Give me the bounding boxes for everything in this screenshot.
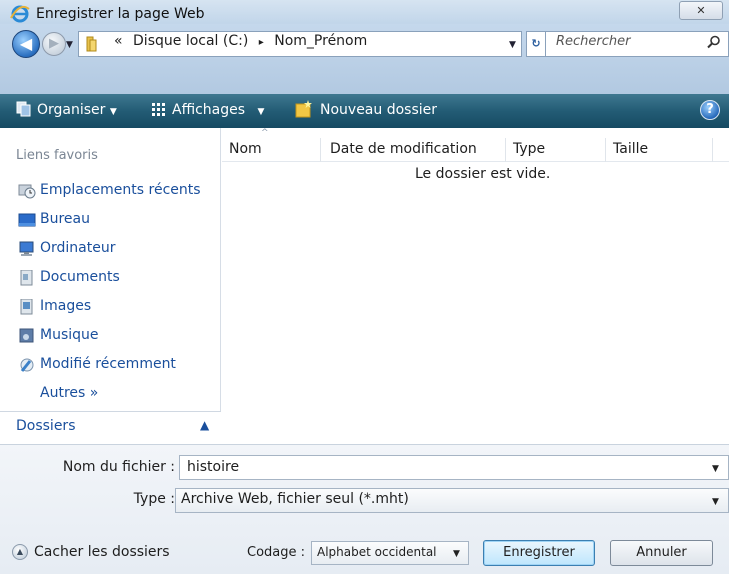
recent-places-icon xyxy=(18,183,36,199)
sidebar-item-label: Modifié récemment xyxy=(40,356,176,372)
help-icon[interactable]: ? xyxy=(700,100,720,120)
sidebar-item-desktop[interactable]: Bureau xyxy=(18,210,218,232)
filename-label: Nom du fichier : xyxy=(62,459,175,475)
search-icon[interactable] xyxy=(707,35,721,49)
back-button[interactable]: ◀ xyxy=(12,30,40,58)
sidebar-item-recently-changed[interactable]: Modifié récemment xyxy=(18,355,218,377)
filename-value[interactable]: histoire xyxy=(187,459,239,475)
hide-folders-button[interactable]: Cacher les dossiers xyxy=(34,544,170,560)
breadcrumb-item-folder[interactable]: Nom_Prénom xyxy=(274,33,367,49)
organize-icon xyxy=(15,99,33,117)
cancel-button[interactable]: Annuler xyxy=(610,540,713,566)
breadcrumb-item-drive[interactable]: Disque local (C:) xyxy=(133,33,248,49)
type-label: Type : xyxy=(133,491,175,507)
new-folder-button[interactable]: Nouveau dossier xyxy=(320,102,437,118)
column-divider[interactable] xyxy=(320,138,321,162)
chevron-down-icon[interactable]: ▼ xyxy=(712,497,719,507)
column-name[interactable]: Nom xyxy=(229,141,262,157)
column-size[interactable]: Taille xyxy=(613,141,648,157)
address-dropdown-icon[interactable]: ▼ xyxy=(509,40,516,50)
search-placeholder: Rechercher xyxy=(556,34,631,49)
sidebar-item-label: Ordinateur xyxy=(40,240,116,256)
column-divider[interactable] xyxy=(712,138,713,162)
breadcrumb: « Disque local (C:) ▸ Nom_Prénom xyxy=(114,33,367,49)
encoding-label: Codage : xyxy=(247,545,306,560)
sort-ascending-icon: ^ xyxy=(261,128,269,138)
forward-button[interactable]: ▶ xyxy=(42,32,66,56)
recently-changed-icon xyxy=(18,357,36,373)
empty-folder-message: Le dossier est vide. xyxy=(415,166,551,182)
sidebar-item-recent-places[interactable]: Emplacements récents xyxy=(18,181,218,203)
hide-folders-icon[interactable]: ▲ xyxy=(12,544,28,560)
sidebar-item-music[interactable]: Musique xyxy=(18,326,218,348)
documents-icon xyxy=(18,269,36,286)
sidebar-item-label: Autres » xyxy=(40,385,99,401)
sidebar-item-more[interactable]: Autres » xyxy=(18,384,218,406)
sidebar-item-pictures[interactable]: Images xyxy=(18,297,218,319)
folder-icon xyxy=(84,36,99,52)
window-title: Enregistrer la page Web xyxy=(36,6,205,22)
encoding-value[interactable]: Alphabet occidental xyxy=(317,545,437,559)
sidebar-item-label: Documents xyxy=(40,269,120,285)
history-dropdown-icon[interactable]: ▼ xyxy=(66,40,73,50)
file-type-value[interactable]: Archive Web, fichier seul (*.mht) xyxy=(181,491,409,507)
chevron-down-icon[interactable]: ▼ xyxy=(453,549,460,559)
views-button[interactable]: Affichages ▼ xyxy=(172,102,264,118)
pictures-icon xyxy=(18,298,36,315)
column-divider[interactable] xyxy=(605,138,606,162)
new-folder-icon xyxy=(294,99,314,119)
chevron-up-icon[interactable]: ▲ xyxy=(200,418,209,432)
sidebar-item-label: Emplacements récents xyxy=(40,182,201,198)
computer-icon xyxy=(18,241,36,257)
sidebar-item-documents[interactable]: Documents xyxy=(18,268,218,290)
breadcrumb-chevron[interactable]: « xyxy=(114,33,123,49)
column-type[interactable]: Type xyxy=(513,141,545,157)
column-divider[interactable] xyxy=(505,138,506,162)
folders-label[interactable]: Dossiers xyxy=(16,418,76,434)
refresh-button[interactable]: ↻ xyxy=(526,31,546,57)
organize-button[interactable]: Organiser ▼ xyxy=(37,102,117,118)
save-button[interactable]: Enregistrer xyxy=(483,540,595,566)
sidebar-item-computer[interactable]: Ordinateur xyxy=(18,239,218,261)
desktop-icon xyxy=(18,212,36,228)
views-icon xyxy=(152,103,166,117)
column-date-modified[interactable]: Date de modification xyxy=(330,141,477,157)
sidebar-item-label: Bureau xyxy=(40,211,90,227)
breadcrumb-separator-icon[interactable]: ▸ xyxy=(259,37,264,48)
sidebar-item-label: Images xyxy=(40,298,92,314)
sidebar-item-label: Musique xyxy=(40,327,99,343)
filename-dropdown-icon[interactable]: ▼ xyxy=(712,464,719,474)
ie-logo-icon xyxy=(10,4,30,24)
music-icon xyxy=(18,328,36,344)
favorites-header: Liens favoris xyxy=(16,148,98,163)
filename-field[interactable] xyxy=(179,455,729,480)
close-button[interactable]: ✕ xyxy=(679,1,723,20)
